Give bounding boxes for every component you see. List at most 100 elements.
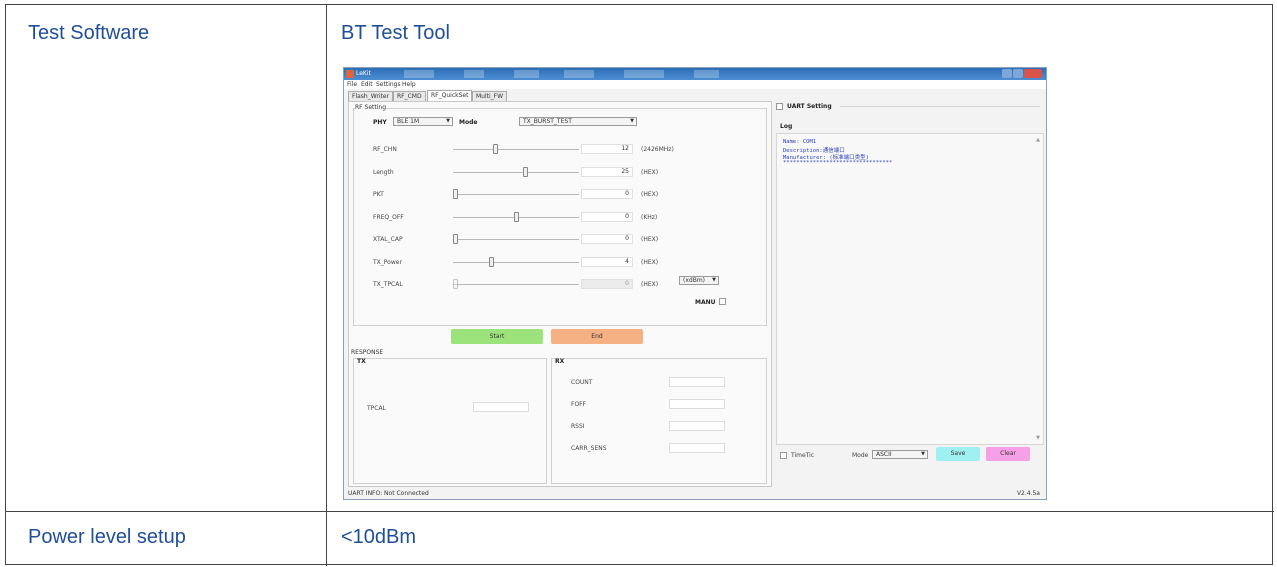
param-value-field[interactable]: 0 [581,234,633,244]
row-label: Power level setup [28,526,186,548]
tpcal-field [473,402,529,412]
tab-flash-writer[interactable]: Flash_Writer [348,91,394,101]
param-label: TX_Power [373,258,402,266]
cell-power-level-value: <10dBm [327,512,1274,566]
phy-select[interactable]: BLE 1M ▼ [393,117,453,126]
tx-power-unit-select[interactable]: (xdBm) ▼ [679,276,719,285]
slider-thumb[interactable] [523,166,529,177]
slider-thumb[interactable] [489,256,495,267]
slider-thumb[interactable] [453,234,458,244]
param-label: FREQ_OFF [373,213,404,221]
app-icon [346,70,354,78]
param-label: XTAL_CAP [373,236,403,243]
menu-bar: File Edit Settings Help [344,80,1046,89]
param-label: TX_TPCAL [373,281,403,288]
param-value-field[interactable]: 4 [581,256,633,267]
tab-multi-fw[interactable]: Multi_FW [472,91,508,101]
uart-divider [840,106,1040,107]
param-unit: (HEX) [641,191,659,198]
slider-thumb[interactable] [453,279,458,289]
param-unit: (2426MHz) [641,146,674,153]
slider-thumb[interactable] [492,144,498,154]
cell-test-software-label: Test Software [6,5,327,512]
window-title: LeKit [356,70,371,77]
taskbar-blur [464,70,484,78]
spec-table: Test Software BT Test Tool LeKit File Ed… [5,4,1274,566]
log-label: Log [780,123,793,130]
param-label: PKT [373,191,384,198]
log-line: Name: COM1 [783,139,817,145]
scroll-down-icon[interactable]: ▼ [1036,435,1040,441]
menu-edit[interactable]: Edit [361,81,373,88]
mode-select[interactable]: TX_BURST_TEST ▼ [519,117,637,126]
slider-thumb[interactable] [453,189,458,199]
version-label: V2.4.5a [1016,490,1040,497]
rx-carr-sens-label: CARR_SENS [571,445,607,452]
app-window-screenshot: LeKit File Edit Settings Help Flash_Writ… [343,67,1047,500]
end-button[interactable]: End [551,329,643,344]
param-unit: (KHz) [641,213,658,221]
chevron-down-icon: ▼ [921,451,925,457]
maximize-icon[interactable] [1013,69,1023,78]
rx-count-label: COUNT [571,379,593,386]
param-unit: (HEX) [641,281,659,288]
taskbar-blur [564,70,594,78]
scroll-up-icon[interactable]: ▲ [1036,137,1040,143]
chevron-down-icon: ▼ [712,277,716,283]
mode-label: Mode [459,119,478,126]
param-value-field[interactable]: 0 [581,279,633,289]
timetic-checkbox[interactable] [780,452,787,459]
rx-carr-sens-field [669,443,725,453]
rx-label: RX [555,358,565,365]
rx-group [551,358,767,484]
save-button[interactable]: Save [936,447,980,461]
cell-test-software-value: BT Test Tool LeKit File Edit Settings He… [327,5,1274,512]
taskbar-blur [404,70,434,78]
uart-setting-checkbox[interactable] [776,103,783,110]
uart-setting-label: UART Setting [787,103,832,110]
minimize-icon[interactable] [1002,69,1012,78]
log-textarea[interactable]: Name: COM1 Description:通信端口 Manufacturer… [776,133,1044,445]
tpcal-label: TPCAL [367,405,386,412]
rx-rssi-field [669,421,725,431]
slider-track [453,284,579,285]
chevron-down-icon: ▼ [446,118,450,124]
phy-label: PHY [373,119,387,126]
param-value-field[interactable]: 25 [581,166,633,177]
param-label: Length [373,168,394,176]
rx-count-field [669,377,725,387]
row-value: BT Test Tool [341,22,450,44]
tx-label: TX [357,358,366,365]
menu-file[interactable]: File [347,81,357,88]
slider-track [453,261,579,263]
manu-checkbox[interactable] [719,298,726,305]
param-unit: (HEX) [641,236,659,243]
uart-panel: UART Setting Log Name: COM1 Description:… [776,91,1044,487]
rf-quickset-panel: RF Setting PHY BLE 1M ▼ Mode TX_BURST_TES… [348,101,772,487]
clear-button[interactable]: Clear [986,447,1030,461]
param-label: RF_CHN [373,146,397,153]
rx-rssi-label: RSSI [571,423,585,430]
taskbar-blur [514,70,539,78]
tab-rf-cmd[interactable]: RF_CMD [393,91,426,101]
param-value-field[interactable]: 0 [581,211,633,222]
param-value-field[interactable]: 12 [581,144,633,154]
tab-rf-quickset[interactable]: RF_QuickSet [427,90,473,101]
uart-mode-select[interactable]: ASCII ▼ [872,450,928,459]
chevron-down-icon: ▼ [630,118,634,124]
cell-power-level-label: Power level setup [6,512,327,566]
manu-label: MANU [695,299,716,306]
mode-value: TX_BURST_TEST [523,118,572,125]
slider-track [453,194,579,195]
start-button[interactable]: Start [451,329,543,344]
menu-help[interactable]: Help [402,81,416,88]
param-value-field[interactable]: 0 [581,189,633,199]
menu-settings[interactable]: Settings [376,81,401,88]
close-icon[interactable] [1024,69,1042,78]
param-unit: (HEX) [641,258,659,266]
slider-thumb[interactable] [513,211,519,222]
uart-mode-value: ASCII [876,451,892,458]
uart-mode-label: Mode [852,452,869,459]
tx-group [353,358,547,484]
log-line: ********************************* [783,160,893,166]
